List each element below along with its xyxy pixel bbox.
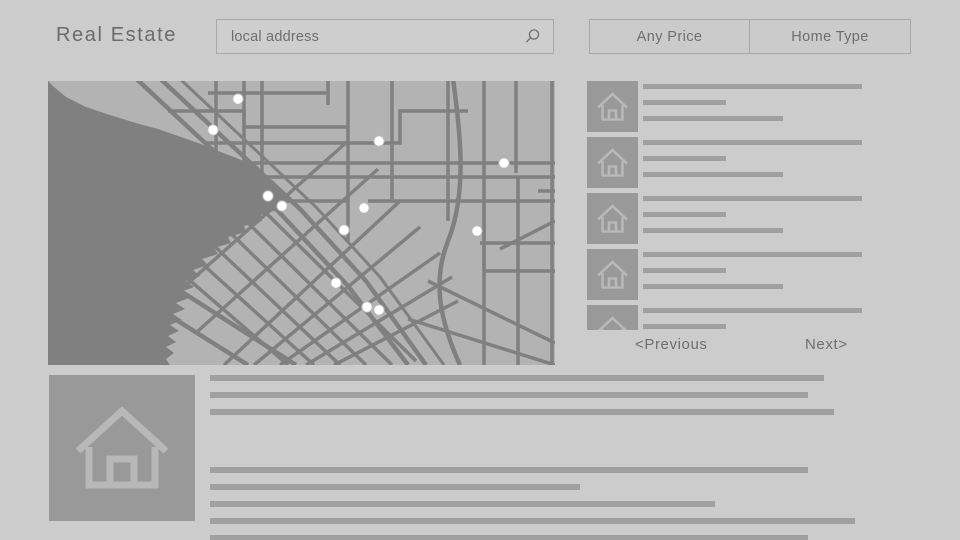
listing-text-placeholder <box>643 249 912 289</box>
placeholder-bar <box>643 252 862 257</box>
placeholder-bar <box>643 268 726 273</box>
listing-results[interactable] <box>587 81 912 330</box>
placeholder-bar <box>643 284 783 289</box>
filter-group: Any Price Home Type <box>589 19 911 54</box>
placeholder-bar <box>643 196 862 201</box>
search-icon[interactable] <box>523 28 541 46</box>
page-title: Real Estate <box>56 24 177 46</box>
placeholder-bar <box>643 308 862 313</box>
placeholder-bar <box>210 535 808 540</box>
placeholder-bar <box>643 100 726 105</box>
listing-item[interactable] <box>587 305 912 330</box>
placeholder-bar <box>643 172 783 177</box>
map-canvas <box>48 81 555 365</box>
map-marker[interactable] <box>330 277 342 289</box>
listing-text-placeholder <box>643 193 912 233</box>
placeholder-bar <box>643 324 726 329</box>
placeholder-bar <box>643 212 726 217</box>
listing-item[interactable] <box>587 137 912 193</box>
listing-item[interactable] <box>587 249 912 305</box>
listing-text-placeholder <box>643 305 912 330</box>
previous-button[interactable]: <Previous <box>635 336 708 353</box>
map-view[interactable] <box>48 81 555 365</box>
listing-thumbnail[interactable] <box>587 249 638 300</box>
placeholder-bar <box>643 116 783 121</box>
placeholder-bar <box>643 84 862 89</box>
filter-home-type[interactable]: Home Type <box>750 19 911 54</box>
map-marker[interactable] <box>276 200 288 212</box>
map-marker[interactable] <box>262 190 274 202</box>
listing-text-placeholder <box>643 81 912 121</box>
placeholder-bar <box>643 140 862 145</box>
home-icon <box>597 316 628 330</box>
map-marker[interactable] <box>373 135 385 147</box>
detail-text-placeholder <box>210 375 910 540</box>
search-box[interactable] <box>216 19 554 54</box>
listing-thumbnail[interactable] <box>587 137 638 188</box>
pagination: <Previous Next> <box>587 336 912 366</box>
home-icon <box>597 92 628 121</box>
placeholder-bar <box>643 156 726 161</box>
detail-thumbnail[interactable] <box>49 375 195 521</box>
map-marker[interactable] <box>207 124 219 136</box>
map-marker[interactable] <box>498 157 510 169</box>
home-icon <box>597 260 628 289</box>
placeholder-bar <box>643 228 783 233</box>
next-button[interactable]: Next> <box>805 336 848 353</box>
listing-item[interactable] <box>587 81 912 137</box>
home-icon <box>75 406 169 489</box>
home-icon <box>597 204 628 233</box>
listing-thumbnail[interactable] <box>587 81 638 132</box>
map-marker[interactable] <box>471 225 483 237</box>
app-root: Real Estate Any Price Home Type <box>0 0 960 540</box>
map-marker[interactable] <box>373 304 385 316</box>
home-icon <box>597 148 628 177</box>
map-marker[interactable] <box>338 224 350 236</box>
listing-thumbnail[interactable] <box>587 193 638 244</box>
listing-item[interactable] <box>587 193 912 249</box>
search-input[interactable] <box>231 20 511 53</box>
listing-text-placeholder <box>643 137 912 177</box>
map-marker[interactable] <box>361 301 373 313</box>
map-marker[interactable] <box>232 93 244 105</box>
listing-thumbnail[interactable] <box>587 305 638 330</box>
map-marker[interactable] <box>358 202 370 214</box>
filter-any-price[interactable]: Any Price <box>589 19 750 54</box>
